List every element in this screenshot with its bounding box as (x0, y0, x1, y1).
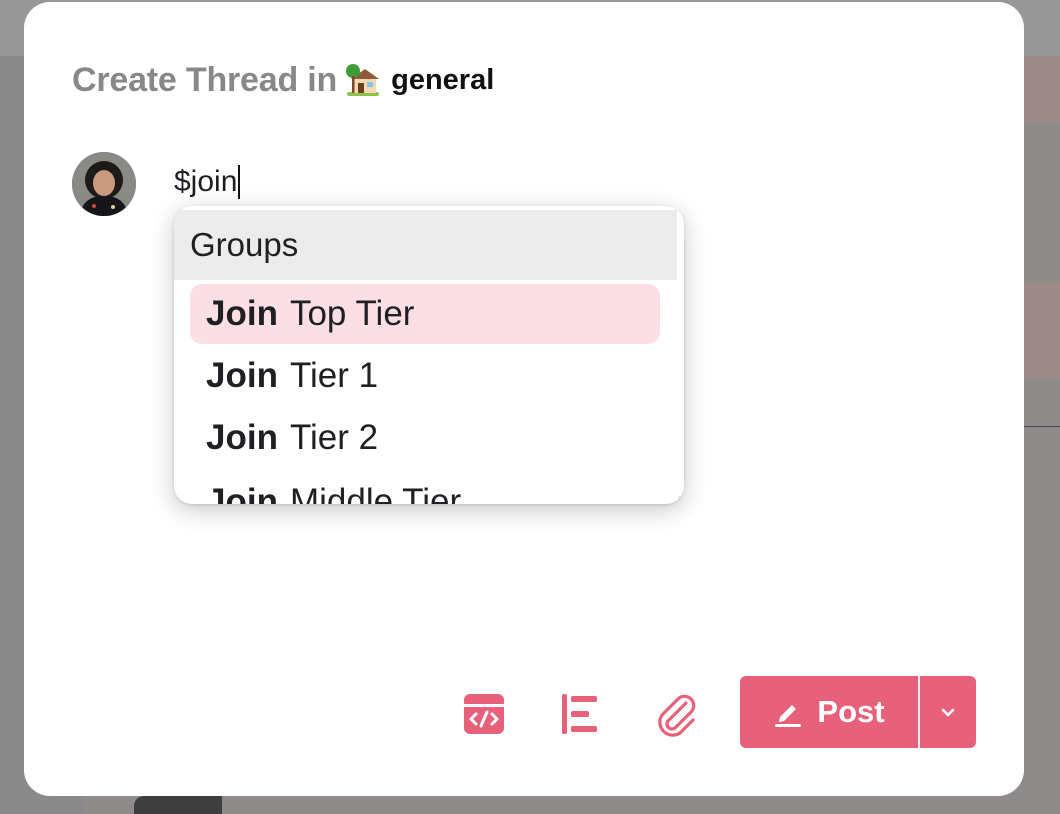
option-name: Middle Tier (289, 482, 462, 504)
embed-button[interactable] (460, 690, 508, 738)
option-name: Tier 1 (289, 356, 379, 395)
attach-button[interactable] (652, 690, 700, 738)
title-prefix: Create Thread in (72, 60, 338, 99)
channel-name[interactable]: general (391, 64, 494, 97)
pencil-icon (775, 705, 802, 727)
post-divider (918, 676, 920, 748)
mention-dropdown: Groups Join Top Tier Join Tier 1 Join Tier … (174, 206, 684, 504)
text-caret (238, 165, 241, 199)
editor-text: $join (174, 165, 238, 198)
post-options-button[interactable] (920, 676, 976, 748)
option-action: Join (206, 418, 278, 457)
option-name: Tier 2 (289, 418, 379, 457)
cabin-with-tree-icon (345, 62, 381, 98)
background-chip (134, 796, 222, 814)
option-action: Join (206, 356, 278, 395)
dropdown-group-header: Groups (174, 210, 677, 280)
dropdown-option-tier-1[interactable]: Join Tier 1 (190, 346, 660, 406)
code-embed-icon (464, 694, 504, 734)
background-card (1024, 56, 1060, 122)
post-button[interactable]: Post (740, 676, 918, 748)
thread-text-input[interactable]: $join (174, 160, 241, 204)
option-action: Join (206, 294, 278, 333)
post-label: Post (817, 694, 885, 729)
user-avatar[interactable] (72, 152, 136, 216)
text-align-icon (562, 694, 597, 734)
modal-title: Create Thread in general (72, 58, 494, 102)
paperclip-icon (658, 694, 696, 737)
format-button[interactable] (556, 690, 604, 738)
option-name: Top Tier (289, 294, 415, 333)
dropdown-option-tier-2[interactable]: Join Tier 2 (190, 408, 660, 468)
background-card (1024, 282, 1060, 378)
background-divider (1024, 426, 1060, 427)
option-action: Join (206, 482, 278, 504)
dropdown-option-middle-tier[interactable]: Join Middle Tier (190, 472, 660, 504)
dropdown-option-top-tier[interactable]: Join Top Tier (190, 284, 660, 344)
dropdown-scrollbar[interactable] (678, 496, 684, 504)
create-thread-modal: Create Thread in general $join Groups Jo… (24, 2, 1024, 796)
post-button-group: Post (740, 676, 976, 748)
chevron-down-icon (941, 708, 955, 717)
